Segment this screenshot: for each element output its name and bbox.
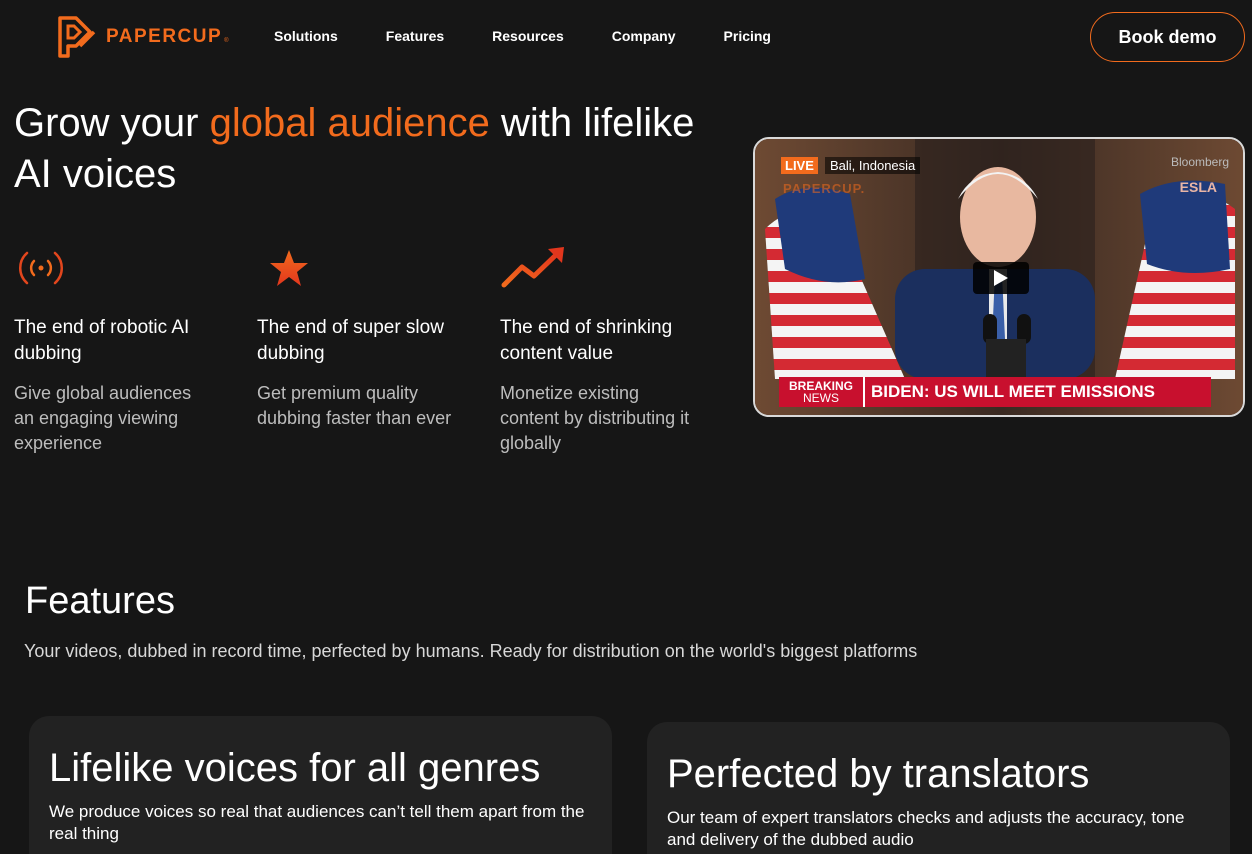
- video-watermark: PAPERCUP.: [783, 181, 866, 196]
- benefit-description: Get premium quality dubbing faster than …: [257, 383, 452, 428]
- nav-link-company[interactable]: Company: [612, 28, 676, 44]
- feature-card-title: Perfected by translators: [667, 752, 1090, 796]
- features-title: Features: [25, 580, 175, 622]
- live-badge: LIVE: [781, 157, 818, 174]
- brand-name: PAPERCUP: [106, 26, 223, 47]
- benefit-title: The end of shrinking content value: [500, 317, 673, 364]
- video-channel: Bloomberg: [1170, 155, 1229, 169]
- benefit-item: The end of shrinking content value Monet…: [500, 243, 743, 456]
- feature-card: Perfected by translators Our team of exp…: [647, 722, 1230, 854]
- nav-link-features[interactable]: Features: [386, 28, 444, 44]
- top-nav: PAPERCUP ® Solutions Features Resources …: [0, 0, 1252, 74]
- benefit-item: The end of super slow dubbing Get premiu…: [257, 243, 500, 456]
- papercup-logo-icon: [58, 16, 96, 58]
- nav-link-resources[interactable]: Resources: [492, 28, 564, 44]
- broadcast-icon: [14, 243, 257, 293]
- nav-link-pricing[interactable]: Pricing: [724, 28, 771, 44]
- book-demo-button[interactable]: Book demo: [1090, 12, 1245, 62]
- benefit-title: The end of super slow dubbing: [257, 317, 444, 364]
- brand-registered-mark: ®: [224, 38, 229, 44]
- benefit-description: Monetize existing content by distributin…: [500, 383, 690, 453]
- features-subtitle: Your videos, dubbed in record time, perf…: [24, 641, 918, 661]
- feature-card-description: Our team of expert translators checks an…: [667, 808, 1185, 849]
- nav-links: Solutions Features Resources Company Pri…: [274, 28, 819, 44]
- play-icon: [994, 270, 1008, 286]
- benefits-row: The end of robotic AI dubbing Give globa…: [14, 243, 743, 456]
- video-location: Bali, Indonesia: [825, 157, 921, 174]
- trend-up-icon: [500, 243, 743, 293]
- feature-card-title: Lifelike voices for all genres: [49, 746, 541, 790]
- news-headline: BIDEN: US WILL MEET EMISSIONS TARGET: [863, 377, 1211, 415]
- star-icon: [257, 243, 500, 293]
- hero-title-pre: Grow your: [14, 101, 210, 145]
- benefit-item: The end of robotic AI dubbing Give globa…: [14, 243, 257, 456]
- feature-card: Lifelike voices for all genres We produc…: [29, 716, 612, 854]
- video-sign: ESLA: [1179, 179, 1217, 195]
- breaking-news-badge: BREAKING NEWS: [779, 377, 863, 407]
- benefit-title: The end of robotic AI dubbing: [14, 317, 190, 364]
- hero-title: Grow your global audience with lifelike …: [14, 98, 714, 200]
- benefit-description: Give global audiences an engaging viewin…: [14, 383, 192, 453]
- nav-link-solutions[interactable]: Solutions: [274, 28, 338, 44]
- brand-logo[interactable]: PAPERCUP ®: [58, 16, 229, 58]
- feature-card-description: We produce voices so real that audiences…: [49, 802, 585, 843]
- hero-video[interactable]: LIVE Bali, Indonesia PAPERCUP. Bloomberg…: [753, 137, 1245, 417]
- hero-title-accent: global audience: [209, 101, 490, 145]
- news-label: NEWS: [803, 391, 839, 405]
- play-button[interactable]: [973, 262, 1029, 294]
